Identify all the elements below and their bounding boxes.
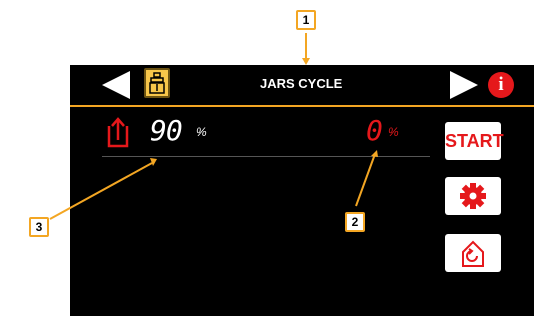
callout-lines: [49, 33, 378, 220]
callout-2: 2: [345, 212, 365, 232]
callout-3: 3: [29, 217, 49, 237]
callout-1: 1: [296, 10, 316, 30]
